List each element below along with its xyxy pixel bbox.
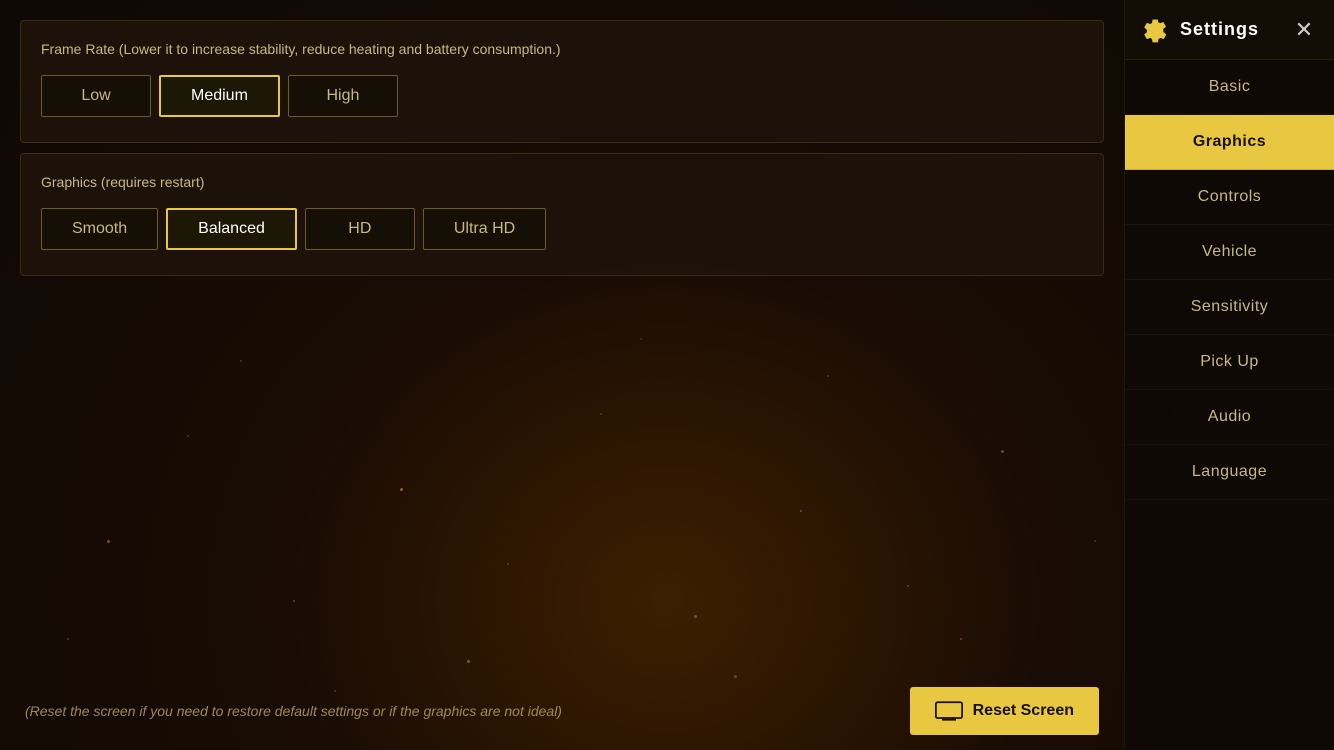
reset-screen-button[interactable]: Reset Screen [910, 687, 1099, 735]
reset-screen-label: Reset Screen [973, 702, 1074, 720]
frame-rate-medium-btn[interactable]: Medium [159, 75, 280, 117]
sidebar-item-sensitivity[interactable]: Sensitivity [1125, 280, 1334, 335]
monitor-icon [935, 701, 963, 721]
reset-hint: (Reset the screen if you need to restore… [25, 703, 562, 719]
graphics-title: Graphics (requires restart) [41, 174, 1083, 190]
frame-rate-low-btn[interactable]: Low [41, 75, 151, 117]
graphics-smooth-btn[interactable]: Smooth [41, 208, 158, 250]
close-button[interactable]: ✕ [1289, 15, 1319, 45]
sidebar-item-language[interactable]: Language [1125, 445, 1334, 500]
graphics-panel: Graphics (requires restart) Smooth Balan… [20, 153, 1104, 276]
sidebar: Settings ✕ Basic Graphics Controls Vehic… [1124, 0, 1334, 750]
sidebar-item-pickup[interactable]: Pick Up [1125, 335, 1334, 390]
sidebar-item-basic[interactable]: Basic [1125, 60, 1334, 115]
frame-rate-high-btn[interactable]: High [288, 75, 398, 117]
main-layout: Frame Rate (Lower it to increase stabili… [0, 0, 1334, 750]
graphics-ultrahd-btn[interactable]: Ultra HD [423, 208, 546, 250]
frame-rate-title: Frame Rate (Lower it to increase stabili… [41, 41, 1083, 57]
frame-rate-panel: Frame Rate (Lower it to increase stabili… [20, 20, 1104, 143]
frame-rate-options: Low Medium High [41, 75, 1083, 117]
sidebar-item-controls[interactable]: Controls [1125, 170, 1334, 225]
graphics-options: Smooth Balanced HD Ultra HD [41, 208, 1083, 250]
gear-icon [1140, 16, 1168, 44]
content-area: Frame Rate (Lower it to increase stabili… [0, 0, 1124, 750]
sidebar-item-vehicle[interactable]: Vehicle [1125, 225, 1334, 280]
sidebar-item-graphics[interactable]: Graphics [1125, 115, 1334, 170]
sidebar-header: Settings ✕ [1125, 0, 1334, 60]
graphics-balanced-btn[interactable]: Balanced [166, 208, 297, 250]
graphics-hd-btn[interactable]: HD [305, 208, 415, 250]
bottom-bar: (Reset the screen if you need to restore… [0, 672, 1124, 750]
sidebar-title: Settings [1180, 19, 1259, 40]
sidebar-item-audio[interactable]: Audio [1125, 390, 1334, 445]
